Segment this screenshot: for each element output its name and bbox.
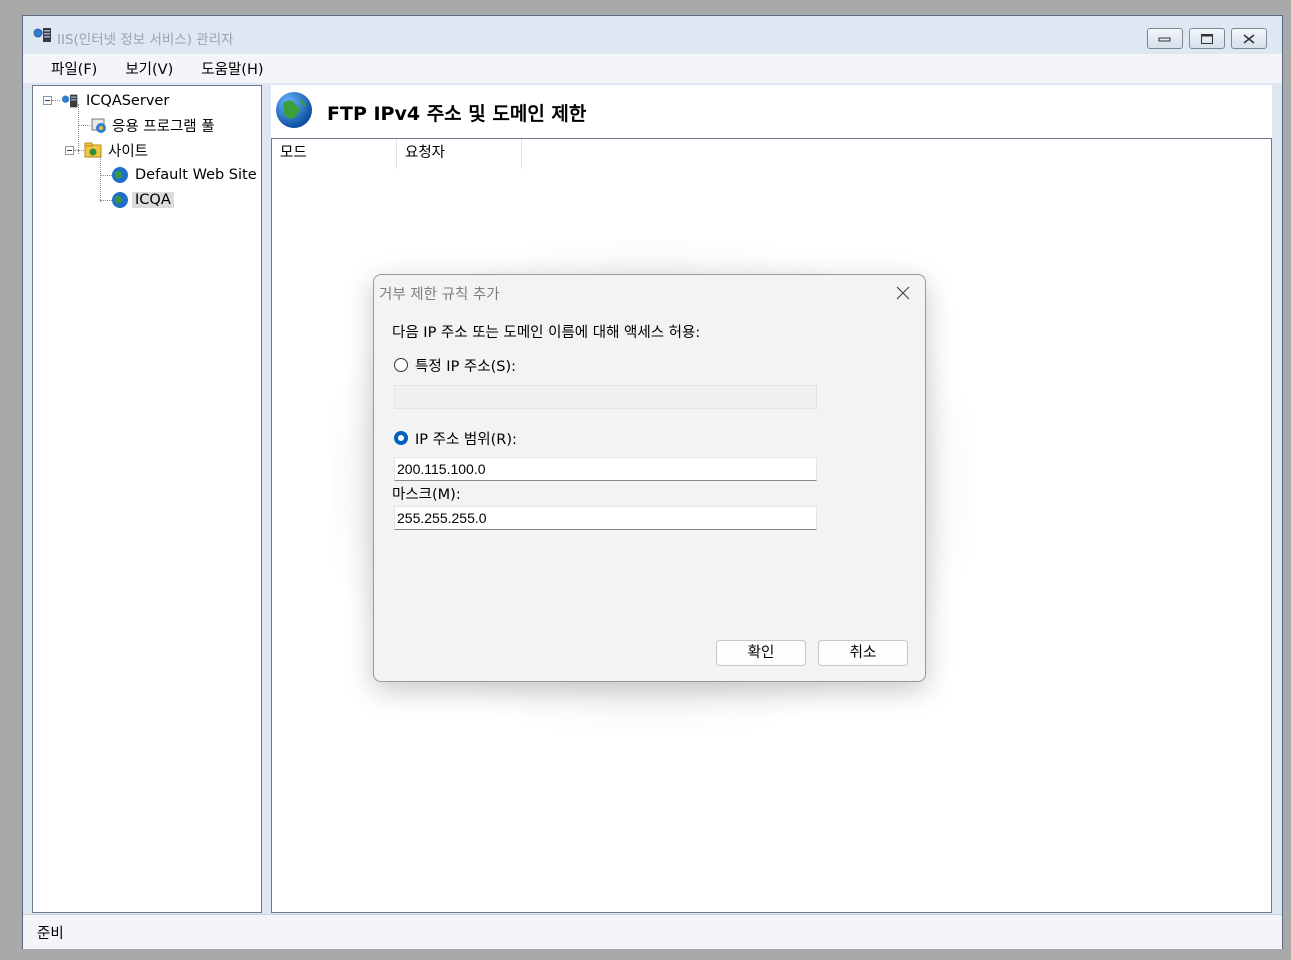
ip-range-input[interactable]: 200.115.100.0: [394, 457, 817, 481]
tree-item-server[interactable]: ICQAServer: [61, 90, 169, 112]
connections-tree[interactable]: ICQAServer 응용 프로그램 풀 사이트 Default Web Sit…: [32, 85, 262, 913]
collapse-server-icon[interactable]: [43, 96, 52, 105]
tree-item-app-pools[interactable]: 응용 프로그램 풀: [90, 114, 215, 136]
tree-line: [100, 156, 101, 202]
menu-file[interactable]: 파일(F): [51, 58, 97, 79]
mask-label: 마스크(M):: [392, 487, 461, 503]
tree-label-default-web-site: Default Web Site: [135, 167, 257, 183]
title-bar[interactable]: IIS(인터넷 정보 서비스) 관리자: [23, 16, 1282, 54]
app-pool-icon: [91, 118, 106, 133]
sites-folder-icon: [84, 142, 102, 158]
tree-label-icqa: ICQA: [132, 192, 174, 208]
tree-item-default-web-site[interactable]: Default Web Site: [111, 164, 257, 186]
tree-item-sites[interactable]: 사이트: [84, 139, 148, 161]
minimize-icon: [1158, 37, 1171, 41]
specific-ip-input[interactable]: [394, 385, 817, 409]
menu-view[interactable]: 보기(V): [125, 58, 173, 79]
menu-help[interactable]: 도움말(H): [201, 58, 263, 79]
tree-label-sites: 사이트: [108, 143, 149, 160]
page-title: FTP IPv4 주소 및 도메인 제한: [327, 103, 587, 125]
globe-icon: [276, 92, 312, 128]
iis-server-icon: [33, 28, 51, 42]
tree-label-app-pools: 응용 프로그램 풀: [112, 118, 215, 135]
menu-bar: 파일(F) 보기(V) 도움말(H): [23, 54, 1282, 83]
dialog-instruction: 다음 IP 주소 또는 도메인 이름에 대해 액세스 허용:: [392, 325, 701, 341]
server-icon: [61, 94, 78, 108]
add-deny-rule-dialog: 거부 제한 규칙 추가 다음 IP 주소 또는 도메인 이름에 대해 액세스 허…: [373, 274, 926, 682]
close-icon: [1243, 33, 1255, 44]
tree-line: [52, 100, 60, 101]
ip-range-label[interactable]: IP 주소 범위(R):: [415, 428, 517, 449]
ip-range-radio[interactable]: [394, 431, 408, 445]
tree-line: [78, 125, 90, 126]
maximize-icon: [1201, 33, 1213, 44]
globe-icon: [112, 167, 128, 183]
dialog-title: 거부 제한 규칙 추가: [379, 287, 500, 303]
tree-label-server: ICQAServer: [86, 93, 170, 109]
specific-ip-label[interactable]: 특정 IP 주소(S):: [415, 355, 516, 376]
column-header-mode[interactable]: 모드: [272, 139, 397, 169]
tree-line: [74, 150, 80, 151]
ok-button[interactable]: 확인: [716, 640, 806, 666]
close-button[interactable]: [1231, 28, 1267, 49]
collapse-sites-icon[interactable]: [65, 146, 74, 155]
mask-input[interactable]: 255.255.255.0: [394, 506, 817, 530]
maximize-button[interactable]: [1189, 28, 1225, 49]
minimize-button[interactable]: [1147, 28, 1183, 49]
dialog-close-button[interactable]: [888, 280, 918, 306]
column-header-requester[interactable]: 요청자: [397, 139, 522, 169]
specific-ip-radio[interactable]: [394, 358, 408, 372]
status-bar: 준비: [23, 914, 1282, 949]
globe-icon: [112, 192, 128, 208]
close-icon: [896, 286, 910, 300]
window-title: IIS(인터넷 정보 서비스) 관리자: [57, 32, 234, 48]
status-text: 준비: [37, 925, 64, 942]
cancel-button[interactable]: 취소: [818, 640, 908, 666]
tree-item-icqa[interactable]: ICQA: [111, 189, 174, 211]
